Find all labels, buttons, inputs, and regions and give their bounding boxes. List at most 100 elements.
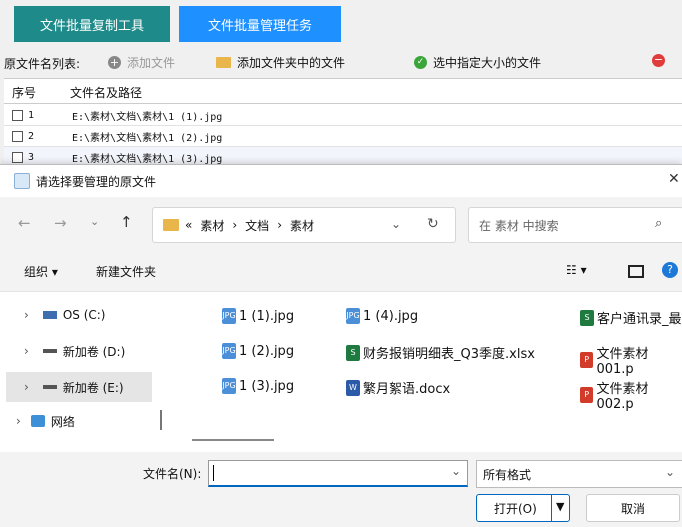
open-button-label: 打开(O) [494,501,537,516]
file-item[interactable]: JPG 1 (2).jpg [222,343,294,359]
close-icon[interactable]: ✕ [668,171,680,187]
xlsx-file-icon: S [580,309,594,326]
chevron-right-icon[interactable]: › [24,308,29,322]
chevron-right-icon[interactable]: › [16,414,21,428]
file-name: 文件素材002.p [596,382,649,412]
refresh-icon[interactable]: ↻ [427,216,439,232]
file-name: 1 (4).jpg [363,308,419,324]
nav-item-e[interactable]: › 新加卷 (E:) [6,372,152,402]
jpg-file-icon: JPG [222,308,236,324]
navigation-pane: › OS (C:) › 新加卷 (D:) › 新加卷 (E:) › 网络 [0,292,168,452]
tab-batch-copy-label: 文件批量复制工具 [39,18,144,34]
recent-dropdown-icon[interactable]: ⌄ [90,215,99,228]
select-by-size-button[interactable]: ✓ 选中指定大小的文件 [414,54,541,71]
chevron-down-icon[interactable]: ⌄ [391,217,401,231]
nav-item-label: OS (C:) [62,308,106,322]
search-box[interactable]: 在 素材 中搜索 ⌕ [468,207,682,243]
filename-label: 文件名(N): [143,467,202,481]
add-file-button[interactable]: + 添加文件 [108,54,175,71]
file-type-select[interactable]: 所有格式 ⌄ [476,460,682,488]
preview-pane-icon[interactable] [628,265,644,278]
breadcrumb-item[interactable]: 文档 [245,217,269,234]
plus-icon: + [108,56,121,69]
command-bar: 组织 ▾ 新建文件夹 ☷ ▾ ? [0,251,682,292]
caret-down-icon[interactable]: ▼ [556,500,564,513]
chevron-right-icon[interactable]: › [24,380,29,394]
toolbar: 原文件名列表: + 添加文件 添加文件夹中的文件 ✓ 选中指定大小的文件 − [0,50,682,76]
table-row[interactable]: 1 E:\素材\文档\素材\1 (1).jpg [4,105,682,126]
jpg-file-icon: JPG [222,343,236,359]
file-item[interactable]: JPG 1 (3).jpg [222,378,294,394]
cancel-button-label: 取消 [620,501,645,516]
organize-label: 组织 [24,265,49,279]
jpg-file-icon: JPG [222,378,236,394]
file-name: 财务报销明细表_Q3季度.xlsx [363,347,535,362]
remove-button[interactable]: − [652,54,665,67]
breadcrumb-item[interactable]: 素材 [290,217,314,234]
search-input[interactable]: 在 素材 中搜索 [479,217,559,234]
organize-button[interactable]: 组织 ▾ [24,263,58,280]
file-item[interactable]: W 繁月絮语.docx [346,378,450,397]
open-button[interactable]: 打开(O) ▼ [476,494,570,522]
chevron-right-icon[interactable]: › [24,344,29,358]
check-circle-icon: ✓ [414,56,427,69]
horizontal-scrollbar[interactable] [192,439,274,441]
file-name: 繁月絮语.docx [363,382,451,397]
file-item[interactable]: S 客户通讯录_最 [580,308,682,327]
tab-batch-copy[interactable]: 文件批量复制工具 [14,6,170,42]
new-folder-button[interactable]: 新建文件夹 [96,263,156,280]
file-item[interactable]: S 财务报销明细表_Q3季度.xlsx [346,343,535,362]
col-index-header: 序号 [12,85,37,100]
drive-icon [42,349,57,353]
docx-file-icon: W [346,379,360,396]
grid-header: 序号 文件名及路径 [4,81,682,104]
jpg-file-icon: JPG [346,308,360,324]
file-item[interactable]: JPG 1 (4).jpg [346,308,418,324]
chevron-right-icon: › [277,218,282,232]
row-checkbox[interactable] [12,151,23,163]
help-icon[interactable]: ? [662,262,678,278]
tab-batch-manage[interactable]: 文件批量管理任务 [179,6,341,42]
pdf-file-icon: P [580,352,594,368]
file-item[interactable]: JPG 1 (1).jpg [222,308,294,324]
file-name: 文件素材001.p [596,347,649,377]
file-item[interactable]: P 文件素材001.p [580,343,682,377]
nav-item-d[interactable]: › 新加卷 (D:) [6,336,152,366]
breadcrumb-overflow[interactable]: « [185,218,192,232]
tab-batch-manage-label: 文件批量管理任务 [207,18,312,34]
dialog-titlebar: 请选择要管理的原文件 ✕ [0,165,682,197]
search-icon[interactable]: ⌕ [655,216,662,231]
file-item[interactable]: P 文件素材002.p [580,378,682,412]
row-index: 3 [28,151,35,163]
table-row[interactable]: 2 E:\素材\文档\素材\1 (2).jpg [4,126,682,147]
add-folder-files-button[interactable]: 添加文件夹中的文件 [216,54,345,71]
nav-scrollbar[interactable] [160,410,162,430]
row-checkbox[interactable] [12,130,23,142]
back-icon[interactable]: ← [18,214,31,232]
dialog-footer: 文件名(N): ⌄ 所有格式 ⌄ 打开(O) ▼ 取消 [0,452,682,527]
file-name: 1 (1).jpg [239,308,295,324]
nav-item-c[interactable]: › OS (C:) [6,300,152,330]
select-by-size-label: 选中指定大小的文件 [433,56,542,70]
file-name: 1 (2).jpg [239,343,295,359]
drive-icon [42,311,57,319]
nav-item-network[interactable]: › 网络 [6,406,152,436]
nav-item-label: 新加卷 (E:) [62,380,124,395]
breadcrumb-item[interactable]: 素材 [200,217,224,234]
address-bar[interactable]: « 素材 › 文档 › 素材 ⌄ ↻ [152,207,456,243]
chevron-down-icon[interactable]: ⌄ [451,464,461,478]
row-checkbox[interactable] [12,109,23,121]
forward-icon[interactable]: → [54,214,67,232]
file-type-value: 所有格式 [483,467,532,482]
view-options-icon[interactable]: ☷ ▾ [566,263,587,277]
nav-bar: ← → ⌄ ↑ « 素材 › 文档 › 素材 ⌄ ↻ 在 素材 中搜索 ⌕ [0,197,682,251]
nav-item-label: 新加卷 (D:) [62,344,126,359]
col-path-header: 文件名及路径 [70,85,143,100]
up-icon[interactable]: ↑ [120,213,133,231]
filename-field[interactable]: ⌄ [208,460,468,487]
row-path: E:\素材\文档\素材\1 (1).jpg [72,111,223,123]
add-folder-files-label: 添加文件夹中的文件 [237,56,346,70]
chevron-down-icon: ⌄ [665,465,676,479]
file-list-pane: JPG 1 (1).jpg JPG 1 (2).jpg JPG 1 (3).jpg J… [170,292,682,452]
cancel-button[interactable]: 取消 [586,494,680,522]
